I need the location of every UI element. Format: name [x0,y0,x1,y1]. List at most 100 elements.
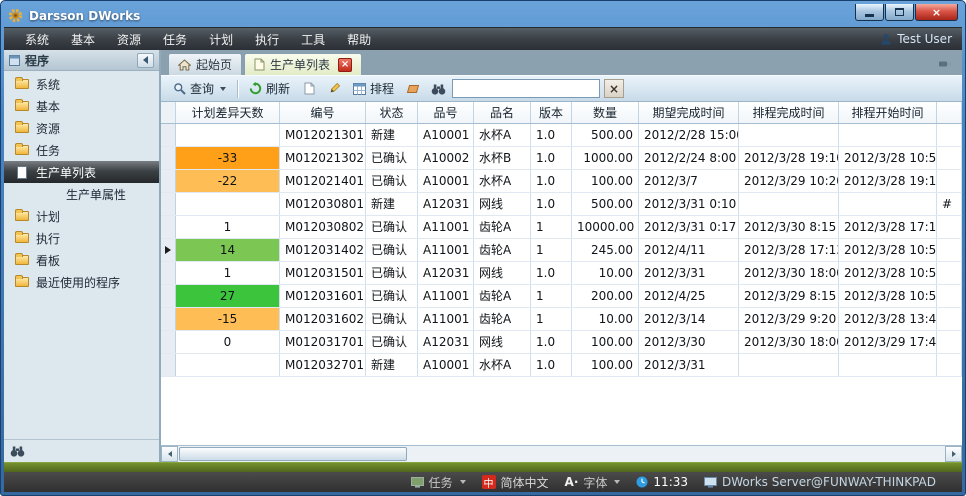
cell[interactable] [176,124,280,146]
cell[interactable] [739,193,839,215]
cell[interactable] [937,124,962,146]
sidebar-item-2[interactable]: 资源 [4,117,159,139]
cell[interactable]: A10001 [418,124,474,146]
table-row[interactable]: 27M012031601已确认A11001齿轮A1200.002012/4/25… [161,285,962,308]
cell[interactable]: 新建 [366,354,418,376]
cell[interactable]: 水杯B [474,147,531,169]
cell[interactable]: -15 [176,308,280,330]
cell[interactable]: 已确认 [366,262,418,284]
cell[interactable] [937,354,962,376]
sidebar-item-3[interactable]: 任务 [4,139,159,161]
cell[interactable]: 1 [531,285,572,307]
cell[interactable]: 2012/3/28 10:52 [839,285,937,307]
cell[interactable]: 水杯A [474,124,531,146]
menu-system[interactable]: 系统 [14,28,60,51]
cell[interactable] [937,331,962,353]
cell[interactable]: 2012/3/29 10:20 [739,170,839,192]
sidebar-search-input[interactable] [31,444,181,458]
cell[interactable]: -33 [176,147,280,169]
sidebar-item-6[interactable]: 计划 [4,205,159,227]
statusbar-language[interactable]: 中 简体中文 [482,474,549,491]
column-header-5[interactable]: 版本 [531,102,572,123]
cell[interactable] [937,239,962,261]
menu-basic[interactable]: 基本 [60,28,106,51]
menu-tools[interactable]: 工具 [290,28,336,51]
cell[interactable]: A11001 [418,285,474,307]
cell[interactable]: 1.0 [531,147,572,169]
menu-task[interactable]: 任务 [152,28,198,51]
cell[interactable]: 2012/3/28 19:10 [739,147,839,169]
cell[interactable] [937,147,962,169]
cell[interactable]: 10.00 [572,262,639,284]
cell[interactable] [839,354,937,376]
scrollbar-track[interactable] [178,446,945,462]
cell[interactable]: A12031 [418,262,474,284]
cell[interactable]: # [937,193,962,215]
maximize-button[interactable] [885,4,914,21]
cell[interactable]: M012021401 [280,170,366,192]
cell[interactable]: 2012/3/30 18:00 [739,331,839,353]
user-indicator[interactable]: Test User [880,32,952,46]
cell[interactable]: 水杯A [474,170,531,192]
cell[interactable]: 2012/3/29 9:20 [739,308,839,330]
cell[interactable] [839,193,937,215]
cell[interactable]: 2012/3/29 8:15 [739,285,839,307]
column-header-0[interactable]: 计划差异天数 [176,102,280,123]
cell[interactable]: 齿轮A [474,239,531,261]
cell[interactable]: 2012/3/28 10:52 [839,262,937,284]
cell[interactable]: A10002 [418,147,474,169]
statusbar-server[interactable]: DWorks Server@FUNWAY-THINKPAD [704,475,936,489]
cell[interactable] [937,308,962,330]
cell[interactable]: 1.0 [531,331,572,353]
cell[interactable]: 500.00 [572,124,639,146]
sidebar-item-0[interactable]: 系统 [4,73,159,95]
cell[interactable]: 200.00 [572,285,639,307]
cell[interactable]: 齿轮A [474,285,531,307]
cell[interactable]: 网线 [474,262,531,284]
cell[interactable]: 2012/4/25 [639,285,739,307]
cell[interactable]: M012021301 [280,124,366,146]
cell[interactable]: A10001 [418,354,474,376]
cell[interactable]: M012031701 [280,331,366,353]
schedule-button[interactable]: 排程 [348,78,399,99]
find-button[interactable] [427,79,449,99]
cell[interactable] [176,354,280,376]
cell[interactable]: 1 [531,308,572,330]
cell[interactable]: 1 [531,216,572,238]
menu-resource[interactable]: 资源 [106,28,152,51]
cell[interactable]: 2012/3/28 13:40 [839,308,937,330]
cell[interactable]: 2012/3/30 [639,331,739,353]
cell[interactable]: 1 [531,239,572,261]
scroll-right-button[interactable] [945,446,962,462]
sidebar-item-8[interactable]: 看板 [4,249,159,271]
cell[interactable]: 2012/3/29 17:46 [839,331,937,353]
menu-plan[interactable]: 计划 [198,28,244,51]
tab-home[interactable]: 起始页 [168,53,242,75]
cell[interactable]: 14 [176,239,280,261]
cell[interactable] [839,124,937,146]
table-row[interactable]: M012021301新建A10001水杯A1.0500.002012/2/28 … [161,124,962,147]
cell[interactable] [176,193,280,215]
minimize-button[interactable] [855,4,884,21]
cell[interactable]: 100.00 [572,331,639,353]
cell[interactable]: 2012/3/28 17:13 [739,239,839,261]
cell[interactable] [937,170,962,192]
cell[interactable]: 100.00 [572,170,639,192]
cell[interactable]: 2012/3/30 18:00 [739,262,839,284]
cell[interactable]: 10.00 [572,308,639,330]
cell[interactable]: 1 [176,262,280,284]
toolbar-search-input[interactable] [452,79,600,98]
cell[interactable]: 1.0 [531,193,572,215]
table-row[interactable]: 1M012031501已确认A12031网线1.010.002012/3/312… [161,262,962,285]
scroll-left-button[interactable] [161,446,178,462]
cell[interactable]: 齿轮A [474,216,531,238]
sidebar-item-1[interactable]: 基本 [4,95,159,117]
cell[interactable]: 已确认 [366,216,418,238]
table-row[interactable]: -33M012021302已确认A10002水杯B1.01000.002012/… [161,147,962,170]
menu-execute[interactable]: 执行 [244,28,290,51]
column-header-1[interactable]: 编号 [280,102,366,123]
cell[interactable]: 2012/2/24 8:00 [639,147,739,169]
cell[interactable]: 2012/3/28 17:13 [839,216,937,238]
tab-close-icon[interactable]: × [338,58,352,72]
cell[interactable]: 2012/3/28 19:10 [839,170,937,192]
